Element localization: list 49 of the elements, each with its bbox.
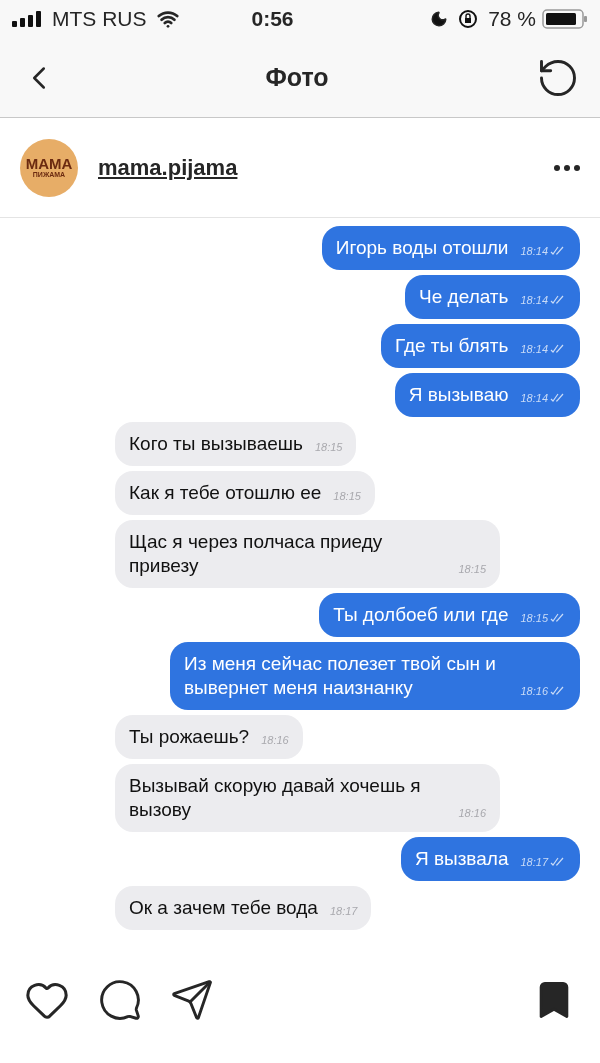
message-time: 18:17 bbox=[520, 855, 548, 869]
message-time: 18:14 bbox=[520, 342, 548, 356]
double-check-icon bbox=[550, 857, 566, 867]
message-time: 18:15 bbox=[458, 562, 486, 576]
rotation-lock-icon bbox=[458, 9, 479, 29]
message-time: 18:14 bbox=[520, 293, 548, 307]
wifi-icon bbox=[156, 8, 179, 30]
share-button[interactable] bbox=[170, 978, 214, 1022]
message-text: Ты долбоеб или где bbox=[333, 603, 509, 627]
message-time: 18:16 bbox=[261, 733, 289, 747]
more-button[interactable] bbox=[554, 164, 580, 171]
message-time: 18:14 bbox=[520, 391, 548, 405]
double-check-icon bbox=[550, 295, 566, 305]
message-text: Как я тебе отошлю ее bbox=[129, 481, 322, 505]
message-text: Я вызываю bbox=[408, 383, 509, 407]
message-time: 18:16 bbox=[458, 806, 486, 820]
comment-icon bbox=[98, 978, 142, 1022]
double-check-icon bbox=[550, 393, 566, 403]
double-check-icon bbox=[550, 344, 566, 354]
message-time: 18:14 bbox=[520, 244, 548, 258]
message-text: Я вызвала bbox=[414, 847, 509, 871]
more-icon bbox=[554, 164, 580, 171]
carrier-name: MTS RUS bbox=[52, 6, 147, 33]
paper-plane-icon bbox=[170, 978, 214, 1022]
battery-icon bbox=[542, 9, 588, 29]
message-time: 18:15 bbox=[333, 489, 361, 503]
battery-percent: 78 % bbox=[488, 6, 536, 33]
comment-button[interactable] bbox=[98, 978, 142, 1022]
message-text: Вызывай скорую давай хочешь я вызову bbox=[129, 774, 422, 822]
moon-icon bbox=[430, 10, 449, 28]
clock: 0:56 bbox=[251, 6, 294, 33]
message-text: Че делать bbox=[419, 285, 509, 309]
message-text: Где ты блять bbox=[394, 334, 509, 358]
logo-text: МАМА bbox=[25, 156, 73, 171]
message-text: Кого ты вызываешь bbox=[129, 432, 303, 456]
message-time: 18:17 bbox=[329, 904, 358, 918]
message-text: Из меня сейчас полезет твой сын и вывернет меня наизнанку bbox=[184, 652, 497, 700]
page-title: Фото bbox=[265, 61, 329, 93]
message-text: Щас я через полчаса приеду привезу bbox=[129, 530, 384, 578]
username-link[interactable]: mama.pijama bbox=[98, 151, 238, 184]
message-text: Игорь воды отошли bbox=[335, 236, 509, 260]
message-text: Ты рожаешь? bbox=[129, 725, 250, 749]
double-check-icon bbox=[550, 686, 566, 696]
double-check-icon bbox=[550, 246, 566, 256]
double-check-icon bbox=[550, 613, 566, 623]
message-text: Ок а зачем тебе вода bbox=[129, 896, 318, 920]
message-time: 18:16 bbox=[520, 684, 548, 698]
message-time: 18:15 bbox=[314, 440, 343, 454]
message-time: 18:15 bbox=[520, 611, 548, 625]
